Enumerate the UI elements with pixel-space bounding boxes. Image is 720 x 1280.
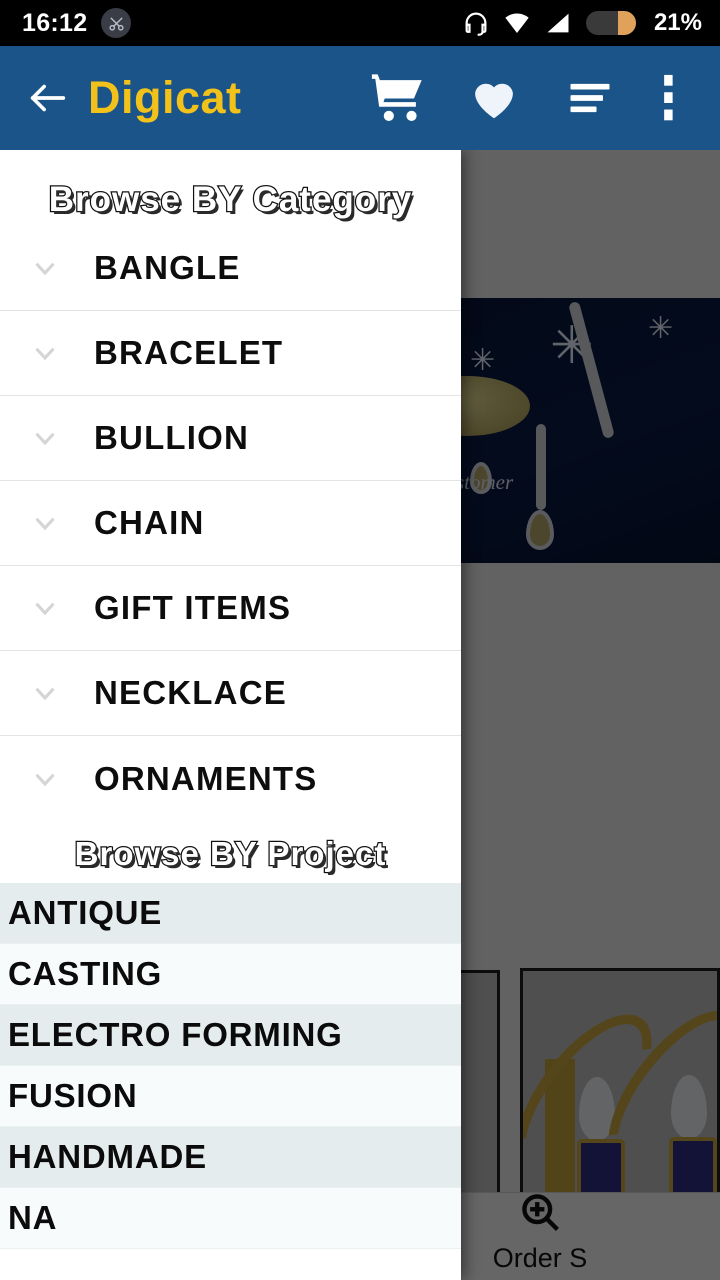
app-bar-actions bbox=[350, 69, 698, 127]
headset-icon bbox=[462, 9, 490, 37]
drawer-project-fusion[interactable]: FUSION bbox=[0, 1066, 461, 1127]
chevron-down-icon[interactable] bbox=[14, 421, 76, 455]
chevron-down-icon[interactable] bbox=[14, 676, 76, 710]
browse-by-category-title: Browse BY Category bbox=[47, 179, 413, 221]
chevron-down-icon[interactable] bbox=[14, 336, 76, 370]
drawer-project-label: FUSION bbox=[8, 1077, 138, 1114]
heart-icon[interactable] bbox=[446, 71, 542, 125]
navigation-drawer: Browse BY Category BANGLE BRACELET BULLI… bbox=[0, 150, 461, 1280]
status-icons: 21% bbox=[462, 9, 702, 37]
drawer-project-handmade[interactable]: HANDMADE bbox=[0, 1127, 461, 1188]
drawer-category-chain[interactable]: CHAIN bbox=[0, 481, 461, 566]
scissors-icon[interactable] bbox=[101, 8, 132, 38]
status-bar: 16:12 21% bbox=[0, 0, 720, 46]
drawer-category-bangle[interactable]: BANGLE bbox=[0, 226, 461, 311]
drawer-project-casting[interactable]: CASTING bbox=[0, 944, 461, 1005]
drawer-project-label: ANTIQUE bbox=[8, 894, 163, 931]
chevron-down-icon[interactable] bbox=[14, 251, 76, 285]
drawer-category-gift-items[interactable]: GIFT ITEMS bbox=[0, 566, 461, 651]
app-bar: Digicat bbox=[0, 46, 720, 150]
drawer-project-label: ELECTRO FORMING bbox=[8, 1016, 343, 1053]
drawer-project-label: HANDMADE bbox=[8, 1138, 207, 1175]
chevron-down-icon[interactable] bbox=[14, 506, 76, 540]
drawer-category-ornaments[interactable]: ORNAMENTS bbox=[0, 736, 461, 821]
drawer-category-label: NECKLACE bbox=[94, 674, 287, 711]
drawer-project-label: CASTING bbox=[8, 955, 163, 992]
hamburger-icon[interactable] bbox=[542, 72, 638, 124]
drawer-project-label: NA bbox=[8, 1199, 58, 1236]
drawer-category-label: BRACELET bbox=[94, 334, 284, 371]
overflow-menu-icon[interactable] bbox=[638, 73, 698, 123]
drawer-project-antique[interactable]: ANTIQUE bbox=[0, 883, 461, 944]
drawer-category-label: GIFT ITEMS bbox=[94, 589, 292, 626]
drawer-category-bracelet[interactable]: BRACELET bbox=[0, 311, 461, 396]
drawer-category-label: ORNAMENTS bbox=[94, 759, 318, 797]
back-arrow-icon[interactable] bbox=[22, 75, 74, 121]
app-screen: ✳ ✳ ✳ ✳ ✳ stomer bbox=[0, 0, 720, 1280]
battery-icon bbox=[585, 10, 637, 36]
cart-icon[interactable] bbox=[350, 69, 446, 127]
signal-icon bbox=[544, 9, 572, 37]
chevron-down-icon[interactable] bbox=[14, 762, 76, 796]
app-title: Digicat bbox=[88, 72, 242, 123]
browse-by-project-title: Browse BY Project bbox=[73, 834, 387, 874]
drawer-project-na[interactable]: NA bbox=[0, 1188, 461, 1249]
drawer-category-necklace[interactable]: NECKLACE bbox=[0, 651, 461, 736]
wifi-icon bbox=[503, 9, 531, 37]
drawer-category-label: BULLION bbox=[94, 419, 250, 456]
drawer-category-label: CHAIN bbox=[94, 504, 205, 541]
drawer-category-label: BANGLE bbox=[94, 249, 241, 286]
chevron-down-icon[interactable] bbox=[14, 591, 76, 625]
status-time: 16:12 bbox=[22, 8, 88, 37]
battery-percent: 21% bbox=[653, 9, 702, 36]
drawer-project-electro-forming[interactable]: ELECTRO FORMING bbox=[0, 1005, 461, 1066]
drawer-category-bullion[interactable]: BULLION bbox=[0, 396, 461, 481]
